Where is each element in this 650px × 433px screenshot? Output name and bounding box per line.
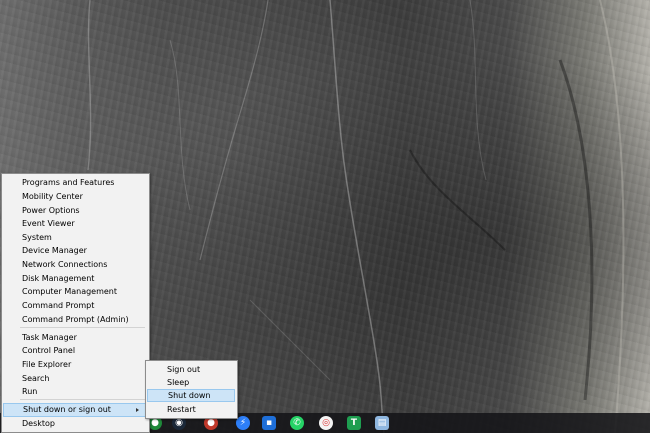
- chevron-right-icon: [136, 408, 139, 412]
- messenger-icon[interactable]: ⚡: [236, 416, 250, 430]
- menu-item-command-prompt-admin[interactable]: Command Prompt (Admin): [3, 313, 147, 326]
- menu-item-desktop[interactable]: Desktop: [3, 417, 147, 430]
- submenu-item-restart[interactable]: Restart: [147, 403, 235, 416]
- whatsapp-icon[interactable]: ✆: [290, 416, 304, 430]
- menu-item-run[interactable]: Run: [3, 385, 147, 398]
- menu-separator: [20, 399, 145, 400]
- menu-item-label: Shut down or sign out: [23, 405, 111, 414]
- menu-item-system[interactable]: System: [3, 231, 147, 244]
- menu-separator: [20, 327, 145, 328]
- power-user-menu: Programs and Features Mobility Center Po…: [1, 173, 150, 433]
- submenu-item-sign-out[interactable]: Sign out: [147, 363, 235, 376]
- menu-item-file-explorer[interactable]: File Explorer: [3, 358, 147, 371]
- menu-item-shut-down-or-sign-out[interactable]: Shut down or sign out: [3, 403, 147, 417]
- menu-item-power-options[interactable]: Power Options: [3, 204, 147, 217]
- green-t-app-icon[interactable]: T: [347, 416, 361, 430]
- submenu-item-sleep[interactable]: Sleep: [147, 376, 235, 389]
- submenu-item-shut-down[interactable]: Shut down: [147, 389, 235, 402]
- menu-item-computer-management[interactable]: Computer Management: [3, 285, 147, 298]
- menu-item-event-viewer[interactable]: Event Viewer: [3, 217, 147, 230]
- notepad-icon[interactable]: ▤: [375, 416, 389, 430]
- menu-item-command-prompt[interactable]: Command Prompt: [3, 299, 147, 312]
- menu-item-network-connections[interactable]: Network Connections: [3, 258, 147, 271]
- chrome-icon[interactable]: ◎: [319, 416, 333, 430]
- menu-item-mobility-center[interactable]: Mobility Center: [3, 190, 147, 203]
- menu-item-disk-management[interactable]: Disk Management: [3, 272, 147, 285]
- menu-item-device-manager[interactable]: Device Manager: [3, 244, 147, 257]
- menu-item-control-panel[interactable]: Control Panel: [3, 344, 147, 357]
- shutdown-submenu: Sign out Sleep Shut down Restart: [145, 360, 238, 419]
- menu-item-search[interactable]: Search: [3, 372, 147, 385]
- menu-item-programs-and-features[interactable]: Programs and Features: [3, 176, 147, 189]
- menu-item-task-manager[interactable]: Task Manager: [3, 331, 147, 344]
- blue-app-icon[interactable]: ▪: [262, 416, 276, 430]
